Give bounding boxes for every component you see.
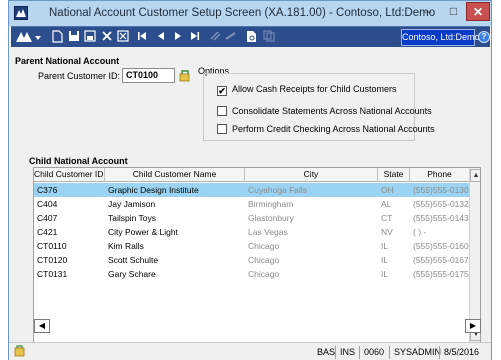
last-record-icon[interactable] [188, 30, 201, 44]
close-button[interactable]: ✕ [466, 2, 490, 21]
cell-state: NV [381, 227, 393, 237]
cell-customer-id: C407 [37, 213, 58, 223]
checkbox-allow-cash-receipts[interactable]: ✔ [217, 86, 227, 96]
cell-phone: (555)555-0160 [413, 241, 469, 251]
status-mode: BAS [317, 347, 336, 357]
cell-customer-id: CT0120 [37, 255, 68, 265]
minimize-button[interactable]: – [415, 2, 441, 21]
cell-phone: (555)555-0130 [413, 185, 469, 195]
cell-city: Chicago [248, 269, 280, 279]
cell-state: IL [381, 269, 389, 279]
cell-customer-name: City Power & Light [108, 227, 178, 237]
column-header-child-customer-name[interactable]: Child Customer Name [105, 168, 245, 182]
cell-phone: ( ) - [413, 227, 427, 237]
maximize-button[interactable]: □ [441, 2, 466, 21]
cell-city: Chicago [248, 241, 280, 251]
cell-customer-name: Graphic Design Institute [108, 185, 199, 195]
vertical-scrollbar[interactable]: ▲ ▼ [469, 168, 480, 342]
option-perform-credit-checking[interactable]: Perform Credit Checking Across National … [217, 124, 435, 134]
new-document-icon[interactable] [51, 30, 64, 44]
cell-phone: (555)555-0167 [413, 255, 469, 265]
previous-record-icon[interactable] [154, 30, 167, 44]
cancel-icon[interactable] [116, 30, 129, 44]
cell-phone: (555)555-0143 [413, 213, 469, 223]
cell-city: Glastonbury [248, 213, 294, 223]
cell-customer-name: Kim Ralls [108, 241, 144, 251]
column-header-city[interactable]: City [245, 168, 378, 182]
copy-icon[interactable] [262, 30, 275, 44]
options-group: ✔ Allow Cash Receipts for Child Customers… [203, 73, 435, 141]
column-header-phone[interactable]: Phone [410, 168, 470, 182]
status-code: 0060 [359, 346, 384, 359]
cell-state: IL [381, 241, 389, 251]
status-bar: BAS INS 0060 SYSADMIN 8/5/2016 [9, 342, 491, 360]
parent-customer-id-input[interactable]: CT0100 [122, 68, 175, 83]
toolbar: Contoso, Ltd:Demo ? [11, 26, 490, 47]
table-row[interactable]: C421 City Power & Light Las Vegas NV ( )… [34, 225, 470, 239]
company-button[interactable]: Contoso, Ltd:Demo [401, 29, 480, 46]
save-icon[interactable] [67, 30, 80, 44]
table-row[interactable]: CT0110 Kim Ralls Chicago IL (555)555-016… [34, 239, 470, 253]
title-bar[interactable]: National Account Customer Setup Screen (… [9, 1, 491, 26]
table-row[interactable]: C376 Graphic Design Institute Cuyahoga F… [34, 183, 470, 197]
cell-state: IL [381, 255, 389, 265]
cell-phone: (555)555-0132 [413, 199, 469, 209]
checkbox-perform-credit-checking[interactable] [217, 124, 227, 134]
status-note-icon[interactable] [14, 345, 26, 357]
parent-customer-id-label: Parent Customer ID: [38, 71, 121, 81]
column-header-state[interactable]: State [378, 168, 410, 182]
parent-section-title: Parent National Account [15, 56, 120, 66]
cell-city: Cuyahoga Falls [248, 185, 308, 195]
scroll-left-icon[interactable]: ◀ [34, 319, 50, 333]
status-ins: INS [335, 346, 355, 359]
delete-icon[interactable] [100, 30, 113, 44]
cell-customer-name: Scott Schulte [108, 255, 159, 265]
option-label: Perform Credit Checking Across National … [232, 124, 435, 134]
checkbox-consolidate-statements[interactable] [217, 106, 227, 116]
note-icon[interactable] [224, 30, 237, 44]
scroll-up-icon[interactable]: ▲ [470, 169, 480, 182]
save-new-icon[interactable] [83, 30, 96, 44]
child-section-title: Child National Account [29, 156, 128, 166]
table-row[interactable]: C404 Jay Jamison Birmingham AL (555)555-… [34, 197, 470, 211]
cell-customer-id: C376 [37, 185, 58, 195]
column-header-child-customer-id[interactable]: Child Customer ID * [34, 168, 105, 182]
option-consolidate-statements[interactable]: Consolidate Statements Across National A… [217, 106, 432, 116]
app-logo-icon[interactable] [14, 6, 28, 20]
child-accounts-grid: Child Customer ID * Child Customer Name … [33, 167, 481, 343]
print-preview-icon[interactable] [245, 30, 258, 44]
dynamics-menu-icon[interactable] [14, 29, 46, 45]
next-record-icon[interactable] [171, 30, 184, 44]
cell-customer-id: CT0110 [37, 241, 67, 251]
status-user: SYSADMIN [389, 346, 441, 359]
cell-customer-id: C404 [37, 199, 58, 209]
cell-phone: (555)555-0175 [413, 269, 469, 279]
status-date: 8/5/2016 [439, 346, 479, 359]
cell-state: OH [381, 185, 394, 195]
attach-icon[interactable] [208, 30, 221, 44]
cell-city: Birmingham [248, 199, 294, 209]
cell-customer-name: Tailspin Toys [108, 213, 157, 223]
option-allow-cash-receipts[interactable]: ✔ Allow Cash Receipts for Child Customers [217, 84, 397, 96]
help-icon[interactable]: ? [478, 31, 490, 43]
grid-header: Child Customer ID * Child Customer Name … [34, 168, 480, 182]
cell-customer-id: CT0131 [37, 269, 68, 279]
scroll-right-icon[interactable]: ▶ [465, 319, 481, 333]
option-label: Consolidate Statements Across National A… [232, 106, 432, 116]
cell-customer-name: Jay Jamison [108, 199, 156, 209]
cell-city: Chicago [248, 255, 280, 265]
cell-city: Las Vegas [248, 227, 288, 237]
app-window: National Account Customer Setup Screen (… [8, 0, 492, 360]
cell-customer-id: C421 [37, 227, 58, 237]
table-row[interactable]: C407 Tailspin Toys Glastonbury CT (555)5… [34, 211, 470, 225]
table-row[interactable]: CT0120 Scott Schulte Chicago IL (555)555… [34, 253, 470, 267]
lookup-icon[interactable] [179, 69, 191, 82]
cell-customer-name: Gary Schare [108, 269, 156, 279]
option-label: Allow Cash Receipts for Child Customers [232, 84, 397, 94]
first-record-icon[interactable] [135, 30, 148, 44]
window-title: National Account Customer Setup Screen (… [49, 7, 436, 19]
cell-state: CT [381, 213, 393, 223]
table-row[interactable]: CT0131 Gary Schare Chicago IL (555)555-0… [34, 267, 470, 281]
cell-state: AL [381, 199, 392, 209]
